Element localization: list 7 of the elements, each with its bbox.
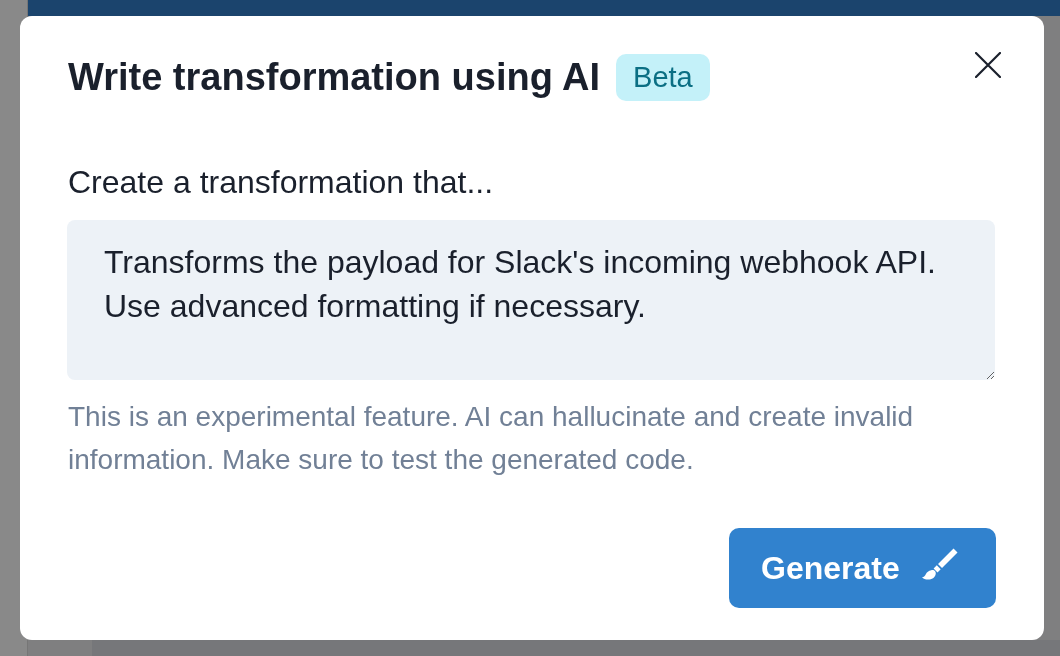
generate-button[interactable]: Generate	[729, 528, 996, 608]
close-icon	[975, 52, 1001, 78]
helper-text: This is an experimental feature. AI can hallucinate and create invalid information. Make sure to test the generated code.	[68, 400, 915, 477]
prompt-label: Create a transformation that...	[68, 166, 495, 198]
prompt-field[interactable]: Transforms the payload for Slack's incoming webhook API. Use advanced formatting if necessary.	[67, 220, 995, 380]
beta-badge: Beta	[616, 53, 710, 101]
dialog-title: Write transformation using AI	[68, 55, 601, 99]
